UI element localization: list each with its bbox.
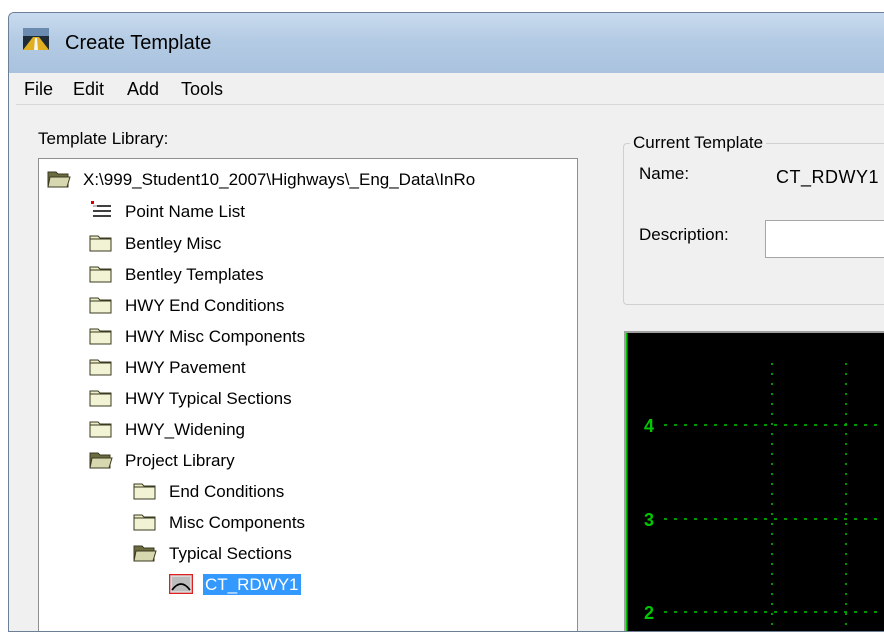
tree-node-label: Point Name List	[125, 202, 245, 221]
tree-node-label: HWY_Widening	[125, 420, 245, 439]
template-name-value[interactable]: CT_RDWY1	[776, 167, 879, 188]
dialog-client-area: Template Library: X:\999_Student10_2007\…	[16, 105, 884, 631]
tree-node-label: HWY Misc Components	[125, 327, 306, 346]
open-folder-icon	[89, 452, 113, 469]
tree-node-label: Bentley Misc	[125, 234, 222, 253]
tree-node-label: CT_RDWY1	[203, 574, 301, 595]
template-viewer[interactable]: 4 3 2	[624, 331, 884, 631]
tree-node-label: HWY Pavement	[125, 358, 246, 377]
template-library-tree[interactable]: X:\999_Student10_2007\Highways\_Eng_Data…	[38, 158, 578, 631]
current-template-group-title: Current Template	[630, 133, 767, 153]
template-icon	[169, 574, 193, 594]
menu-edit[interactable]: Edit	[73, 79, 104, 100]
menu-add[interactable]: Add	[127, 79, 159, 100]
folder-icon	[133, 483, 156, 500]
tree-node-label: Bentley Templates	[125, 265, 264, 284]
folder-icon	[89, 359, 112, 376]
folder-icon	[89, 297, 112, 314]
point-list-icon	[91, 201, 111, 217]
y-tick-label: 2	[644, 603, 654, 623]
description-input[interactable]	[765, 220, 884, 258]
folder-icon	[89, 328, 112, 345]
name-label: Name:	[639, 164, 690, 183]
y-tick-label: 3	[644, 510, 654, 530]
window-title: Create Template	[65, 32, 212, 54]
tree-node-label: Project Library	[125, 451, 235, 470]
menu-tools[interactable]: Tools	[181, 79, 223, 100]
y-tick-label: 4	[644, 416, 654, 436]
tree-node-label: End Conditions	[169, 482, 285, 501]
description-label: Description:	[639, 225, 729, 244]
template-grid: 4 3 2	[624, 333, 884, 631]
folder-icon	[89, 266, 112, 283]
menu-file[interactable]: File	[24, 79, 53, 100]
tree-node-label: X:\999_Student10_2007\Highways\_Eng_Data…	[83, 170, 476, 189]
folder-icon	[89, 235, 112, 252]
open-folder-icon	[47, 171, 71, 188]
folder-icon	[133, 514, 156, 531]
road-template-icon	[23, 28, 49, 50]
menu-bar: File Edit Add Tools	[16, 74, 884, 105]
folder-icon	[89, 421, 112, 438]
tree-node-label: HWY Typical Sections	[125, 389, 292, 408]
tree-node-label: Typical Sections	[169, 544, 292, 563]
template-library-label: Template Library:	[38, 129, 169, 148]
folder-icon	[89, 390, 112, 407]
title-bar[interactable]: Create Template	[9, 13, 884, 73]
open-folder-icon	[133, 545, 157, 562]
tree-node-label: HWY End Conditions	[125, 296, 285, 315]
tree-node-label: Misc Components	[169, 513, 306, 532]
create-template-window: Create Template File Edit Add Tools Temp…	[8, 12, 884, 632]
